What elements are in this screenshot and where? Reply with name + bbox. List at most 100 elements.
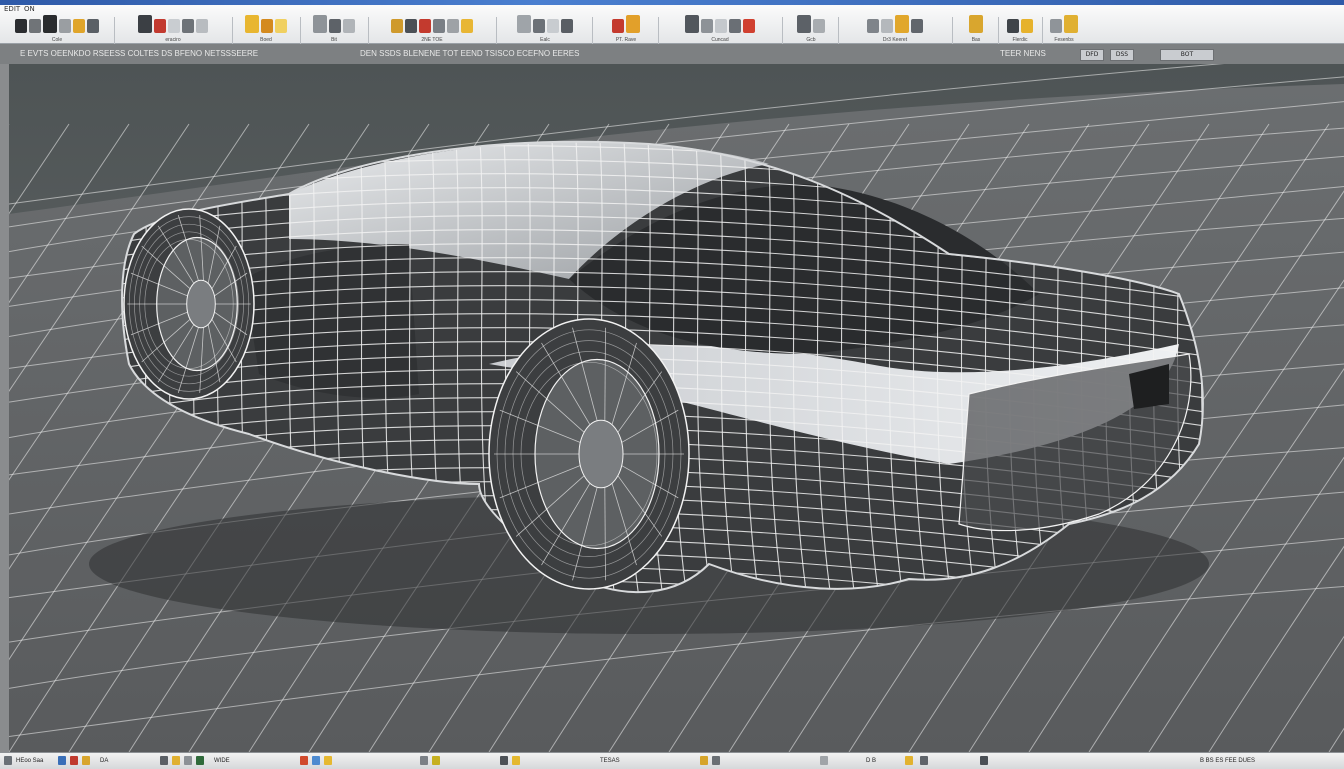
material-icon[interactable] [626, 15, 640, 33]
align-icon[interactable] [881, 19, 893, 33]
taskbar-item[interactable]: WIDE [214, 756, 230, 766]
render-icon[interactable] [261, 19, 273, 33]
taskbar-item[interactable]: TESAS [600, 756, 620, 766]
move-icon[interactable] [29, 19, 41, 33]
app-icon[interactable] [82, 756, 90, 765]
extrude-icon[interactable] [433, 19, 445, 33]
smooth-icon[interactable] [547, 19, 559, 33]
ribbon-group-label: Cole [51, 37, 63, 43]
app-icon[interactable] [312, 756, 320, 765]
ribbon-group-cuncad: Cuncad [660, 13, 780, 43]
info-bar-button[interactable]: DSS [1110, 49, 1134, 61]
bulb-icon[interactable] [1021, 19, 1033, 33]
wheel-hub [578, 419, 624, 489]
app-icon[interactable] [980, 756, 988, 765]
front-wheel [123, 208, 255, 400]
mesh-icon[interactable] [517, 15, 531, 33]
wrench-icon[interactable] [43, 15, 57, 33]
tab-on[interactable]: ON [24, 5, 35, 13]
ribbon-toolbar: EDIT ON Cole eraciro Boed Bit 2NE TOE Ea… [0, 5, 1344, 47]
app-icon[interactable] [172, 756, 180, 765]
layers-icon[interactable] [87, 19, 99, 33]
magic-wand-icon[interactable] [1064, 15, 1078, 33]
menu-icon[interactable] [4, 756, 12, 765]
app-icon[interactable] [324, 756, 332, 765]
phone-icon[interactable] [1007, 19, 1019, 33]
app-icon[interactable] [512, 756, 520, 765]
flag-icon[interactable] [612, 19, 624, 33]
ribbon-group-bas: Bas [956, 13, 996, 43]
ribbon-group-label: Bit [331, 37, 337, 43]
app-icon[interactable] [820, 756, 828, 765]
rotate-icon[interactable] [813, 19, 825, 33]
cut-icon[interactable] [419, 19, 431, 33]
folder-icon[interactable] [245, 15, 259, 33]
brush-icon[interactable] [391, 19, 403, 33]
delete-icon[interactable] [154, 19, 166, 33]
app-icon[interactable] [160, 756, 168, 765]
orbit-icon[interactable] [729, 19, 741, 33]
ribbon-group-2ne-toe: 2NE TOE [372, 13, 492, 43]
settings-icon[interactable] [1050, 19, 1062, 33]
3d-viewport[interactable] [9, 64, 1344, 752]
ribbon-group-label: PT. Rave [615, 37, 637, 43]
record-icon[interactable] [743, 19, 755, 33]
export-icon[interactable] [969, 15, 983, 33]
ribbon-group-label: Boed [260, 37, 272, 43]
cursor-icon[interactable] [15, 19, 27, 33]
ribbon-separator [592, 17, 593, 47]
image-icon[interactable] [196, 19, 208, 33]
camera-icon[interactable] [685, 15, 699, 33]
box-icon[interactable] [313, 15, 327, 33]
ribbon-separator [998, 17, 999, 47]
group-icon[interactable] [895, 15, 909, 33]
wireframe-car-render[interactable] [9, 64, 1344, 752]
app-icon[interactable] [920, 756, 928, 765]
light-icon[interactable] [275, 19, 287, 33]
ribbon-group-bit: Bit [304, 13, 364, 43]
select-icon[interactable] [59, 19, 71, 33]
grid-icon[interactable] [182, 19, 194, 33]
ribbon-group-boed: Boed [236, 13, 296, 43]
app-icon[interactable] [58, 756, 66, 765]
taskbar-item[interactable]: DA [100, 756, 108, 766]
taskbar-item[interactable]: D B [866, 756, 876, 766]
view-icon[interactable] [701, 19, 713, 33]
app-icon[interactable] [712, 756, 720, 765]
ribbon-group-label: Cuncad [711, 37, 729, 43]
app-icon[interactable] [70, 756, 78, 765]
tab-edit[interactable]: EDIT [4, 5, 20, 13]
bevel-icon[interactable] [447, 19, 459, 33]
pencil-icon[interactable] [73, 19, 85, 33]
app-icon[interactable] [184, 756, 192, 765]
ribbon-group-label: Bas [971, 37, 981, 43]
app-icon[interactable] [300, 756, 308, 765]
taskbar-item[interactable]: HEoo Saa [16, 756, 43, 766]
ribbon-group-label: Ealc [540, 37, 550, 43]
subdivide-icon[interactable] [533, 19, 545, 33]
app-icon[interactable] [700, 756, 708, 765]
app-icon[interactable] [500, 756, 508, 765]
transform-icon[interactable] [138, 15, 152, 33]
knife-icon[interactable] [405, 19, 417, 33]
mirror-icon[interactable] [911, 19, 923, 33]
ribbon-group-label: eraciro [165, 37, 181, 43]
app-icon[interactable] [905, 756, 913, 765]
info-bar-button[interactable]: BOT [1160, 49, 1214, 61]
info-bar-button[interactable]: DFD [1080, 49, 1104, 61]
ribbon-separator [368, 17, 369, 47]
copy-icon[interactable] [168, 19, 180, 33]
sphere-icon[interactable] [329, 19, 341, 33]
ribbon-group-pt-rave: PT. Rave [596, 13, 656, 43]
fill-icon[interactable] [461, 19, 473, 33]
app-icon[interactable] [420, 756, 428, 765]
cylinder-icon[interactable] [343, 19, 355, 33]
taskbar-tray-text: B BS ES FEE DUES [1200, 758, 1256, 764]
ribbon-group-label: 2NE TOE [421, 37, 443, 43]
app-icon[interactable] [196, 756, 204, 765]
magnify-icon[interactable] [561, 19, 573, 33]
scale-icon[interactable] [797, 15, 811, 33]
app-icon[interactable] [432, 756, 440, 765]
perspective-icon[interactable] [715, 19, 727, 33]
snap-icon[interactable] [867, 19, 879, 33]
